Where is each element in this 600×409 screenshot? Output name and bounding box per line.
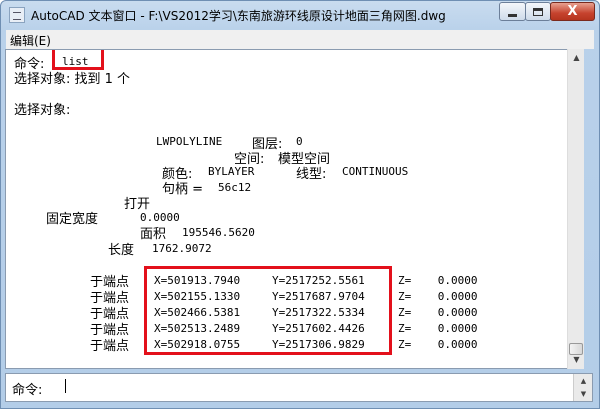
highlight-box-command [52, 50, 104, 70]
command-input[interactable] [68, 378, 558, 396]
highlight-box-vertices [144, 266, 392, 355]
vertex-z: Z= 0.0000 [398, 306, 478, 319]
command-prompt: 命令: [12, 383, 43, 398]
maximize-icon [533, 7, 543, 16]
minimize-button[interactable] [499, 2, 526, 21]
layer-value: 0 [296, 135, 303, 148]
command-line-scrollbar[interactable]: ▲ ▼ [573, 374, 592, 401]
scroll-down-icon[interactable]: ▼ [569, 352, 584, 367]
vertex-z: Z= 0.0000 [398, 322, 478, 335]
history-scrollbar[interactable]: ▲ ▼ [567, 49, 584, 369]
handle-value: 56c12 [218, 181, 252, 194]
length-label: 长度 [108, 243, 135, 258]
select-objects-line: 选择对象: [14, 103, 71, 118]
close-icon: X [567, 4, 578, 19]
area-value: 195546.5620 [182, 226, 255, 239]
minimize-icon [508, 13, 517, 17]
command-line-pane[interactable]: 命令: ▲ ▼ [5, 373, 593, 402]
area-label: 面积 [140, 227, 167, 242]
select-found-line: 选择对象: 找到 1 个 [14, 72, 131, 87]
vertex-z: Z= 0.0000 [398, 274, 478, 287]
linetype-label: 线型: [296, 167, 327, 182]
open-label: 打开 [124, 197, 151, 212]
scroll-up-icon[interactable]: ▲ [569, 50, 584, 65]
length-value: 1762.9072 [152, 242, 212, 255]
close-button[interactable]: X [550, 2, 595, 21]
vertex-z: Z= 0.0000 [398, 290, 478, 303]
title-bar[interactable]: AutoCAD 文本窗口 - F:\VS2012学习\东南旅游环线原设计地面三角… [1, 1, 599, 29]
vertex-label: 于端点 [90, 339, 130, 354]
window-title: AutoCAD 文本窗口 - F:\VS2012学习\东南旅游环线原设计地面三角… [31, 9, 446, 23]
scroll-down-icon[interactable]: ▼ [576, 388, 591, 400]
autocad-app-icon[interactable] [9, 7, 25, 23]
maximize-button[interactable] [525, 2, 551, 21]
linetype-value: CONTINUOUS [342, 165, 409, 178]
vertex-z: Z= 0.0000 [398, 338, 478, 351]
text-cursor [65, 379, 66, 393]
menu-bar: 编辑(E) [6, 30, 594, 49]
menu-edit[interactable]: 编辑(E) [10, 32, 51, 49]
color-value: BYLAYER [208, 165, 255, 178]
entity-type: LWPOLYLINE [156, 135, 223, 148]
command-history-pane[interactable]: 命令: list 选择对象: 找到 1 个 选择对象: LWPOLYLINE 图… [5, 49, 578, 369]
scroll-up-icon[interactable]: ▲ [576, 375, 591, 387]
width-label: 固定宽度 [46, 212, 99, 227]
handle-label: 句柄 = [162, 182, 204, 197]
